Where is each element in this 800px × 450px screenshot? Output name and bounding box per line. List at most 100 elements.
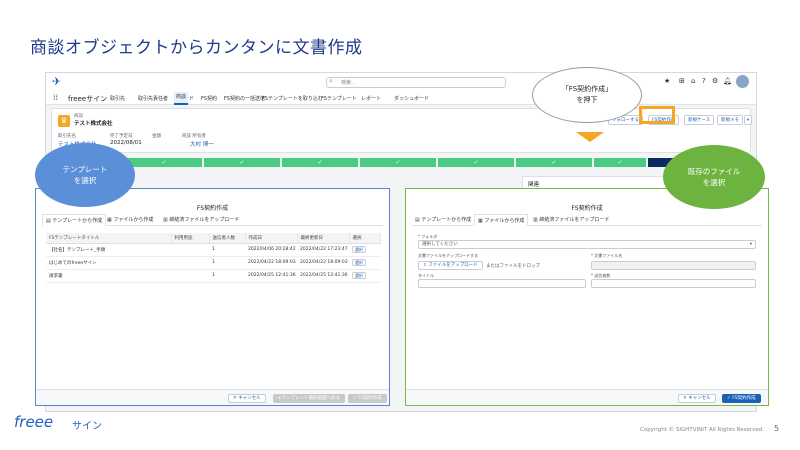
- add-icon[interactable]: ⊞: [679, 77, 685, 85]
- path-step[interactable]: ✓: [282, 158, 358, 167]
- nav-tab-dashboards[interactable]: ダッシュボード: [394, 95, 429, 102]
- back-to-template-button[interactable]: ◂ テンプレート選択画面へ戻る: [273, 394, 346, 403]
- cell-count: 1: [209, 256, 245, 270]
- bell-icon[interactable]: 🔔︎: [723, 77, 732, 85]
- tab-from-template[interactable]: ▤ テンプレートから作成: [412, 214, 474, 226]
- favorites-icon[interactable]: ★: [664, 77, 670, 85]
- callout-select-file: 既存のファイル を選択: [663, 145, 765, 209]
- opportunity-icon: ♛: [58, 115, 70, 127]
- freee-logo-sub: サイン: [72, 421, 102, 432]
- path-step[interactable]: ✓: [516, 158, 592, 167]
- filename-label: * 文書ファイル名: [591, 253, 623, 258]
- folder-select-value: 選択してください: [422, 242, 458, 247]
- slide-title: 商談オブジェクトからカンタンに文書作成: [30, 38, 363, 58]
- file-tab-icon: ▦: [478, 218, 483, 224]
- chevron-down-icon: ▾: [749, 242, 752, 247]
- global-header: ✈ 検索... ⌕ ★ ⊞ ⌂ ? ⚙ 🔔︎: [46, 73, 756, 92]
- cell-created: 2022/04/25 12:41:36: [245, 269, 297, 283]
- cell-select: 選択: [349, 256, 381, 270]
- path-step[interactable]: ✓: [594, 158, 646, 167]
- cancel-button[interactable]: ✕ キャンセル: [228, 394, 266, 403]
- drop-zone-text[interactable]: またはファイルをドロップ: [486, 263, 540, 269]
- app-launcher-icon[interactable]: ⁞⁞: [53, 93, 58, 102]
- cell-updated: 2022/04/22 17:23:47: [297, 243, 349, 257]
- upload-file-button[interactable]: ⇪ ファイルをアップロード: [418, 261, 483, 270]
- cell-select: 選択: [349, 243, 381, 257]
- cell-updated: 2022/04/25 12:41:36: [297, 269, 349, 283]
- folder-select[interactable]: 選択してください ▾: [418, 240, 756, 249]
- cell-created: 2022/04/06 20:28:42: [245, 243, 297, 257]
- nav-tab-fs-contracts[interactable]: FS契約: [201, 95, 217, 102]
- search-icon: ⌕: [329, 77, 333, 85]
- table-row: 【社名】テンプレート_手順 1 2022/04/06 20:28:42 2022…: [46, 243, 381, 257]
- new-case-button[interactable]: 新規ケース: [684, 115, 715, 125]
- nav-tab-fs-import[interactable]: FSテンプレートを取り込む: [262, 95, 323, 102]
- avatar[interactable]: [736, 75, 749, 88]
- nav-tab-reports[interactable]: レポート: [361, 95, 381, 102]
- path-step[interactable]: ✓: [126, 158, 202, 167]
- nav-tab-accounts[interactable]: 取引先: [110, 95, 125, 102]
- cell-title: 【社名】テンプレート_手順: [46, 243, 171, 257]
- col-select: 選択: [349, 233, 381, 244]
- new-note-button[interactable]: 新規メモ: [717, 115, 743, 125]
- tab-from-template[interactable]: ▤ テンプレートから作成: [42, 214, 107, 226]
- tab-from-file[interactable]: ▦ ファイルから作成: [474, 214, 529, 226]
- sender-count-input[interactable]: [591, 279, 756, 288]
- col-title[interactable]: FSテンプレートタイトル: [46, 233, 172, 244]
- copyright: Copyright © SIGHTVINIT All Rights Reserv…: [640, 427, 764, 433]
- cell-select: 選択: [349, 269, 381, 283]
- nav-tab-contacts[interactable]: 取引先責任者: [138, 95, 168, 102]
- cell-use: [171, 256, 209, 270]
- path-step[interactable]: ✓: [204, 158, 280, 167]
- col-count[interactable]: 送信者人数: [209, 233, 246, 244]
- highlight-box: [639, 106, 675, 124]
- tab-label: テンプレートから作成: [421, 217, 472, 223]
- cell-updated: 2022/04/22 18:09:03: [297, 256, 349, 270]
- sales-path: ✓ ✓ ✓ ✓ ✓ ✓ ✓ 商談成立: [126, 158, 746, 167]
- help-icon[interactable]: ?: [702, 77, 706, 85]
- gear-icon[interactable]: ⚙: [712, 77, 718, 85]
- cell-title: 請求書: [46, 269, 171, 283]
- cloud-logo-icon: ✈: [52, 75, 62, 88]
- back-label: テンプレート選択画面へ戻る: [281, 396, 341, 401]
- title-input[interactable]: [418, 279, 586, 288]
- select-button[interactable]: 選択: [352, 245, 366, 253]
- select-button[interactable]: 選択: [352, 271, 366, 279]
- tab-from-file[interactable]: ▦ ファイルから作成: [104, 214, 156, 226]
- template-tab-icon: ▤: [415, 217, 420, 223]
- freee-logo: freee: [14, 413, 54, 431]
- nav-tab-opportunities[interactable]: 商談: [174, 92, 189, 105]
- global-search-input[interactable]: 検索...: [326, 77, 506, 88]
- cell-count: 1: [209, 269, 245, 283]
- col-use[interactable]: 利用用途: [171, 233, 210, 244]
- field-value-owner[interactable]: 大村 博一: [190, 140, 214, 148]
- record-name: テスト株式会社: [74, 121, 113, 127]
- tab-upload-signed[interactable]: ▥ 締結済ファイルをアップロード: [530, 214, 612, 226]
- create-contract-button[interactable]: ✓ FS契約作成: [722, 394, 761, 403]
- cancel-button[interactable]: ✕ キャンセル: [678, 394, 716, 403]
- tab-label: ファイルから作成: [113, 217, 154, 223]
- cell-title: はじめてのfreeeサイン: [46, 256, 171, 270]
- path-step[interactable]: ✓: [360, 158, 436, 167]
- callout-arrow: [576, 132, 604, 142]
- path-step[interactable]: ✓: [438, 158, 514, 167]
- app-navigation: ⁞⁞ freeeサイン 取引先 取引先責任者 リード 商談 FS契約 FS契約の…: [46, 92, 756, 105]
- page-number: 5: [774, 424, 780, 433]
- field-label-owner: 商談 所有者: [182, 134, 206, 139]
- fs-create-dialog-file: FS契約作成 ▤ テンプレートから作成 ▦ ファイルから作成 ▥ 締結済ファイル…: [405, 188, 769, 406]
- create-contract-button[interactable]: ✓ FS契約作成: [348, 394, 387, 403]
- file-tab-icon: ▦: [107, 217, 112, 223]
- field-label-close-date: 完了予定日: [110, 134, 133, 139]
- more-actions-button[interactable]: ▾: [744, 115, 752, 125]
- col-updated[interactable]: 最終更新日: [297, 233, 350, 244]
- setup-menu-icon[interactable]: ⌂: [691, 77, 695, 85]
- nav-tab-fs-bulk-send[interactable]: FS契約の一括送信: [224, 95, 265, 102]
- cancel-label: キャンセル: [238, 396, 261, 401]
- callout-text: テンプレート を選択: [62, 165, 108, 185]
- template-table: FSテンプレートタイトル 利用用途 送信者人数 作成日 最終更新日 選択 【社名…: [46, 233, 381, 283]
- tab-upload-signed[interactable]: ▥ 締結済ファイルをアップロード: [160, 214, 242, 226]
- col-created[interactable]: 作成日: [245, 233, 298, 244]
- tab-label: 締結済ファイルをアップロード: [169, 217, 240, 223]
- select-button[interactable]: 選択: [352, 258, 366, 266]
- nav-tab-fs-templates[interactable]: FSテンプレート: [321, 95, 357, 102]
